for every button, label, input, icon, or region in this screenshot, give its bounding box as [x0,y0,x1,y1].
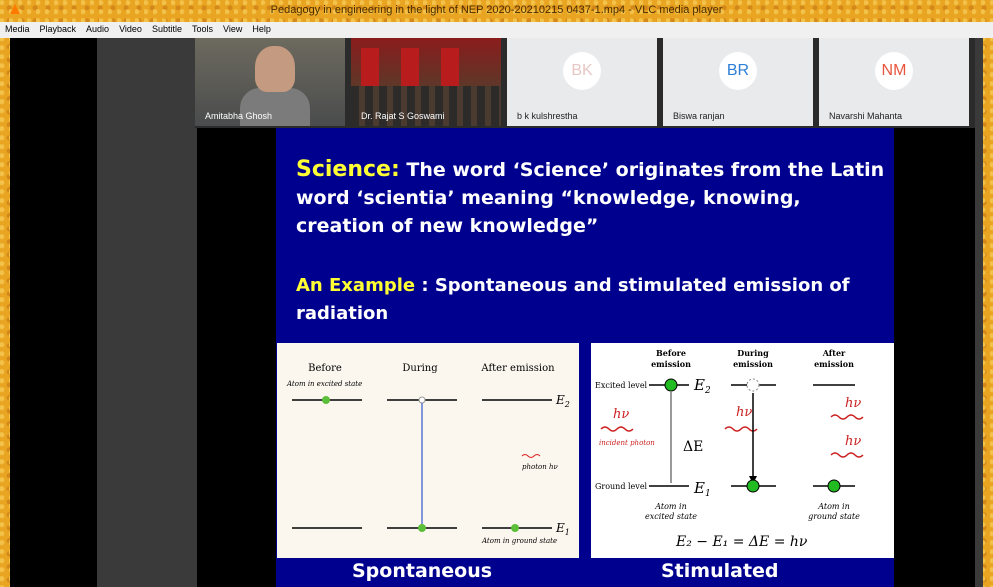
label-e1: E1 [555,521,570,537]
label-after-2: emission [814,359,854,369]
curtain [401,48,419,88]
atom-empty [746,378,760,392]
atom-excited [664,378,678,392]
example-label: An Example [296,275,416,296]
menu-view[interactable]: View [218,22,247,34]
participant-strip: Amitabha Ghosh Dr. Rajat S Goswami BK b … [195,38,975,128]
label-before-2: emission [651,359,691,369]
label-e2: E2 [693,376,711,396]
avatar: BK [563,52,601,90]
example-line: An Example : Spontaneous and stimulated … [296,272,886,328]
science-label: Science: [296,157,400,182]
menu-video[interactable]: Video [114,22,147,34]
label-atom-ground: Atom in [817,502,850,511]
menu-media[interactable]: Media [0,22,35,34]
participant-tile: Amitabha Ghosh [195,38,345,126]
stimulated-diagram: Before emission During emission After em… [591,343,894,558]
label-atom-excited-2: excited state [645,512,697,521]
label-hv: hν [845,396,861,411]
right-panel [975,38,983,587]
atom-ground [511,524,519,532]
atom-ground [418,524,426,532]
curtain [361,48,379,88]
label-before: Before [656,348,686,358]
participant-tile: BK b k kulshrestha [507,38,657,126]
atom-ground [827,479,841,493]
avatar: BR [719,52,757,90]
menu-bar: Media Playback Audio Video Subtitle Tools View… [0,22,993,38]
participant-tile: NM Navarshi Mahanta [819,38,969,126]
science-definition: Science: The word ‘Science’ originates f… [296,156,886,240]
photon-wave-icon [600,426,634,432]
label-after: After [822,348,846,358]
title-bar: Pedagogy in engineering in the light of … [0,0,993,22]
atom-excited [322,396,330,404]
window-title: Pedagogy in engineering in the light of … [270,4,723,16]
menu-subtitle[interactable]: Subtitle [147,22,187,34]
label-atom-ground-2: ground state [808,512,860,521]
label-ground-state: Atom in ground state [481,537,557,545]
photon-wave-icon [724,426,758,432]
label-during: During [402,363,438,374]
label-excited-level: Excited level [595,381,648,390]
label-excited-state: Atom in excited state [286,380,362,388]
label-after: After emission [480,363,555,374]
caption-stimulated: Stimulated [661,560,779,582]
avatar: NM [875,52,913,90]
speaker-face [255,46,295,92]
photon-wave-icon [830,452,864,458]
participant-tile: Dr. Rajat S Goswami [351,38,501,126]
label-hv: hν [613,407,629,422]
left-panel [97,38,197,587]
photon-wave-icon [521,454,541,458]
participant-name: Biswa ranjan [673,111,725,121]
label-hv: hν [736,405,752,420]
label-incident-photon: incident photon [599,439,655,447]
label-during: During [737,348,769,358]
spontaneous-diagram: Before During After emission Atom in exc… [277,343,579,558]
label-atom-excited: Atom in [654,502,687,511]
label-ground-level: Ground level [595,482,648,491]
menu-playback[interactable]: Playback [35,22,82,34]
label-before: Before [308,363,342,374]
atom-ground [746,479,760,493]
participant-tile: BR Biswa ranjan [663,38,813,126]
caption-spontaneous: Spontaneous [352,560,493,582]
equation: E₂ − E₁ = ΔE = hν [675,534,808,550]
menu-tools[interactable]: Tools [187,22,218,34]
menu-help[interactable]: Help [247,22,276,34]
label-e2: E2 [555,393,570,409]
label-hv: hν [845,434,861,449]
photon-wave-icon [830,414,864,420]
video-area[interactable]: Amitabha Ghosh Dr. Rajat S Goswami BK b … [10,38,983,587]
label-delta-e: ΔE [683,439,703,455]
participant-name: Amitabha Ghosh [205,111,273,121]
curtain [441,48,459,88]
atom-empty [418,396,426,404]
participant-name: Dr. Rajat S Goswami [361,111,445,121]
label-photon: photon hν [522,463,558,471]
participant-name: Navarshi Mahanta [829,111,903,121]
presentation-slide: Science: The word ‘Science’ originates f… [276,128,894,587]
menu-audio[interactable]: Audio [81,22,114,34]
participant-name: b k kulshrestha [517,111,578,121]
label-e1: E1 [693,479,711,499]
label-during-2: emission [733,359,773,369]
